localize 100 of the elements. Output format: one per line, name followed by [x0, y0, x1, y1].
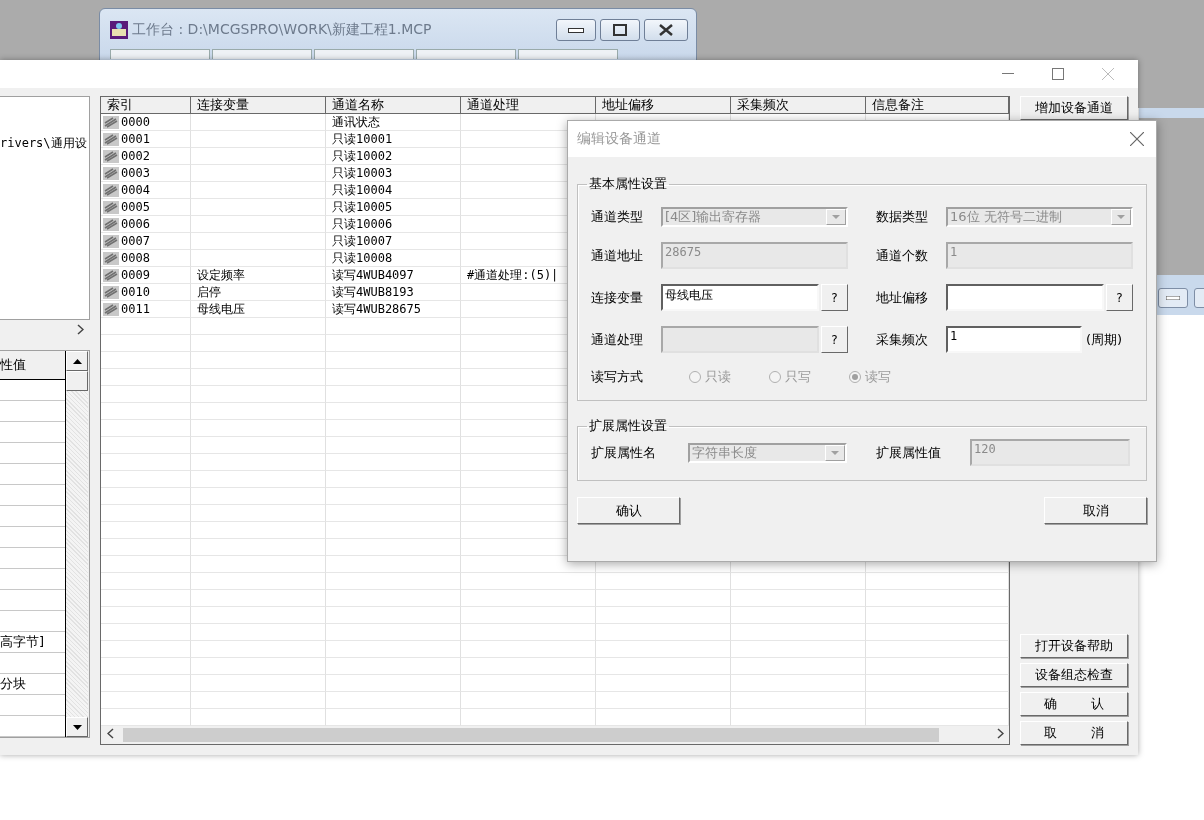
column-header[interactable]: 通道名称 — [326, 97, 461, 114]
table-cell: 只读10008 — [326, 250, 461, 267]
dropdown-arrow-icon — [1117, 215, 1125, 219]
dialog-title: 编辑设备通道 — [577, 130, 661, 148]
text-field[interactable]: 1 — [946, 326, 1082, 353]
index-text: 0010 — [121, 284, 150, 300]
table-cell: 只读10005 — [326, 199, 461, 216]
text-field[interactable] — [946, 284, 1104, 311]
chip-icon — [103, 166, 119, 180]
chip-icon — [103, 115, 119, 129]
minimize-icon — [568, 27, 584, 33]
close-icon — [659, 24, 673, 36]
field-label: 扩展属性名 — [591, 443, 657, 462]
table-cell: 启停 — [191, 284, 326, 301]
app-icon — [110, 21, 128, 39]
index-text: 0006 — [121, 216, 150, 232]
chip-icon — [103, 234, 119, 248]
index-text: 0011 — [121, 301, 150, 317]
table-cell: 通讯状态 — [326, 114, 461, 131]
table-cell: 只读10004 — [326, 182, 461, 199]
column-header[interactable]: 连接变量 — [191, 97, 326, 114]
index-text: 0001 — [121, 131, 150, 147]
column-header[interactable]: 信息备注 — [866, 97, 1009, 114]
table-cell: 高字节] — [0, 632, 65, 653]
index-text: 0003 — [121, 165, 150, 181]
confirm-button[interactable]: 确认 — [577, 497, 680, 524]
index-text: 0008 — [121, 250, 150, 266]
field-label: 读写方式 — [591, 368, 644, 386]
table-cell: 只读10002 — [326, 148, 461, 165]
close-button[interactable] — [644, 19, 688, 41]
index-text: 0004 — [121, 182, 150, 198]
minimize-icon[interactable] — [1002, 73, 1014, 75]
text-field[interactable]: 母线电压 — [661, 284, 819, 311]
browse-button[interactable]: ? — [821, 284, 848, 311]
index-text: 0009 — [121, 267, 150, 283]
table-cell: 母线电压 — [191, 301, 326, 318]
column-header[interactable]: 通道处理 — [461, 97, 596, 114]
horizontal-scrollbar[interactable] — [101, 726, 1009, 744]
scroll-right-icon[interactable] — [996, 728, 1004, 739]
action-button[interactable]: 取 消 — [1020, 721, 1128, 745]
action-button[interactable]: 设备组态检查 — [1020, 663, 1128, 687]
maximize-button[interactable] — [600, 19, 640, 41]
column-header: 性值 — [0, 351, 65, 380]
column-header[interactable]: 采集频次 — [731, 97, 866, 114]
dropdown-value: 16位 无符号二进制 — [950, 208, 1062, 226]
table-cell: 只读10006 — [326, 216, 461, 233]
table-cell: 读写4WUB8193 — [326, 284, 461, 301]
field-label: 数据类型 — [876, 208, 929, 226]
table-cell: 设定频率 — [191, 267, 326, 284]
dropdown-value: 字符串长度 — [692, 443, 757, 462]
table-cell: 读写4WUB28675 — [326, 301, 461, 318]
field-label: 扩展属性值 — [876, 443, 942, 462]
field-label: 通道个数 — [876, 246, 929, 265]
dropdown-value: [4区]输出寄存器 — [665, 208, 762, 226]
table-cell: 只读10003 — [326, 165, 461, 182]
field-label: 通道类型 — [591, 208, 644, 226]
scroll-down-icon[interactable] — [72, 724, 82, 730]
field-label: 地址偏移 — [876, 288, 929, 307]
column-header[interactable]: 地址偏移 — [596, 97, 731, 114]
unit-label: (周期) — [1086, 330, 1123, 349]
index-text: 0007 — [121, 233, 150, 249]
column-header[interactable]: 索引 — [101, 97, 191, 114]
field-label: 采集频次 — [876, 330, 929, 349]
field-label: 连接变量 — [591, 288, 644, 307]
index-text: 0000 — [121, 114, 150, 130]
field-label: 通道处理 — [591, 330, 644, 349]
browse-button[interactable]: ? — [1106, 284, 1133, 311]
add-channel-button[interactable]: 增加设备通道 — [1020, 96, 1128, 120]
scroll-right-icon[interactable] — [77, 323, 84, 335]
window-title: 工作台 : D:\MCGSPRO\WORK\新建工程1.MCP — [132, 21, 433, 39]
chip-icon — [103, 302, 119, 316]
chip-icon — [103, 200, 119, 214]
chip-icon — [103, 251, 119, 265]
cancel-button[interactable]: 取消 — [1044, 497, 1147, 524]
scroll-up-icon[interactable] — [72, 358, 82, 364]
scroll-left-icon[interactable] — [106, 728, 114, 739]
scrollbar-thumb[interactable] — [66, 371, 88, 391]
chip-icon — [103, 183, 119, 197]
close-icon[interactable] — [1130, 132, 1144, 146]
path-text: rivers\通用设 — [0, 135, 87, 152]
table-cell: 读写4WUB4097 — [326, 267, 461, 284]
action-button[interactable]: 打开设备帮助 — [1020, 634, 1128, 658]
field-label: 通道地址 — [591, 246, 644, 265]
action-button[interactable]: 确 认 — [1020, 692, 1128, 716]
dropdown-arrow-icon — [832, 215, 840, 219]
vertical-scrollbar[interactable] — [66, 351, 88, 737]
table-cell: 只读10007 — [326, 233, 461, 250]
dropdown-arrow-icon — [831, 450, 839, 455]
chip-icon — [103, 285, 119, 299]
group-title: 基本属性设置 — [588, 175, 668, 193]
index-text: 0002 — [121, 148, 150, 164]
minimize-button[interactable] — [556, 19, 596, 41]
maximize-icon[interactable] — [1052, 68, 1064, 80]
table-cell: 分块 — [0, 674, 65, 695]
maximize-icon — [613, 24, 627, 36]
chip-icon — [103, 268, 119, 282]
chip-icon — [103, 217, 119, 231]
table-cell: 只读10001 — [326, 131, 461, 148]
minimize-icon — [1166, 296, 1180, 300]
chip-icon — [103, 132, 119, 146]
